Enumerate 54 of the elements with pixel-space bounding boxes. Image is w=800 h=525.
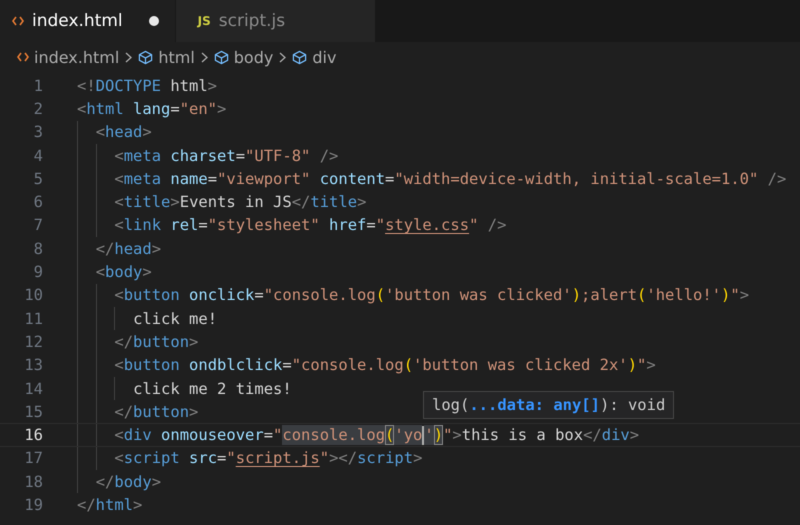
code-line: <button onclick="console.log('button was clicked');alert('hello!')"> — [114, 285, 750, 306]
line-number: 1 — [32, 76, 43, 95]
line-number: 17 — [23, 449, 43, 468]
parameter-hint-tooltip: log(...data: any[]): void — [423, 391, 674, 419]
line-number: 18 — [23, 472, 43, 491]
line-number: 15 — [23, 402, 43, 421]
breadcrumb-item[interactable]: body — [214, 48, 274, 66]
code-line: </head> — [96, 238, 162, 260]
line-number: 12 — [23, 332, 43, 351]
unsaved-dot — [148, 16, 159, 26]
line-number: 13 — [23, 356, 43, 374]
editor-tab[interactable]: JS script.js — [176, 0, 376, 42]
code-line: <title>Events in JS</title> — [114, 192, 366, 214]
breadcrumb-item[interactable]: div — [292, 48, 336, 66]
line-number: 10 — [23, 286, 43, 304]
cube-icon — [214, 50, 229, 64]
code-line: <meta name="viewport" content="width=device-width, initial-scale=1.0" /> — [114, 168, 786, 190]
code-line: <script src="script.js"></script> — [114, 448, 422, 470]
code-line: <div onmouseover="console.log('yo')">this is a box</div> — [114, 424, 640, 446]
code-line: <head> — [96, 122, 152, 144]
code-brackets-icon — [17, 52, 29, 62]
code-line: </button> — [114, 332, 198, 353]
line-number: 2 — [32, 100, 43, 118]
code-line: <button ondblclick="console.log('button was clicked 2x')"> — [114, 355, 656, 376]
line-number: 3 — [32, 123, 43, 142]
cube-icon — [138, 50, 154, 64]
code-line: <meta charset="UTF-8" /> — [114, 146, 338, 167]
line-number: 16 — [23, 426, 43, 444]
breadcrumb-item[interactable]: index.html — [17, 48, 120, 66]
editor-tab[interactable]: index.html — [0, 0, 176, 42]
code-line: <body> — [96, 262, 152, 284]
chevron-right-icon — [125, 52, 132, 62]
code-line: </button> — [114, 402, 198, 423]
chevron-right-icon — [200, 52, 208, 62]
code-brackets-icon — [12, 16, 24, 26]
code-line: <!DOCTYPE html> — [77, 76, 218, 97]
line-number: 11 — [23, 310, 43, 328]
line-number: 8 — [32, 240, 43, 258]
line-number: 14 — [23, 380, 43, 398]
line-number: 7 — [32, 216, 43, 234]
cube-icon — [292, 50, 308, 64]
code-line: click me! — [133, 308, 218, 330]
code-line: </html> — [77, 494, 142, 516]
chevron-right-icon — [279, 52, 286, 62]
line-number: 9 — [32, 263, 43, 282]
code-line: <html lang="en"> — [77, 98, 226, 120]
line-number: 19 — [23, 496, 43, 514]
line-number: 5 — [32, 170, 43, 188]
code-line: </body> — [96, 472, 162, 493]
line-number: 4 — [32, 146, 43, 165]
code-line: click me 2 times! — [133, 378, 292, 400]
line-number: 6 — [32, 193, 43, 212]
code-line: <link rel="stylesheet" href="style.css" /> — [114, 215, 506, 236]
breadcrumb-item[interactable]: html — [138, 48, 195, 66]
